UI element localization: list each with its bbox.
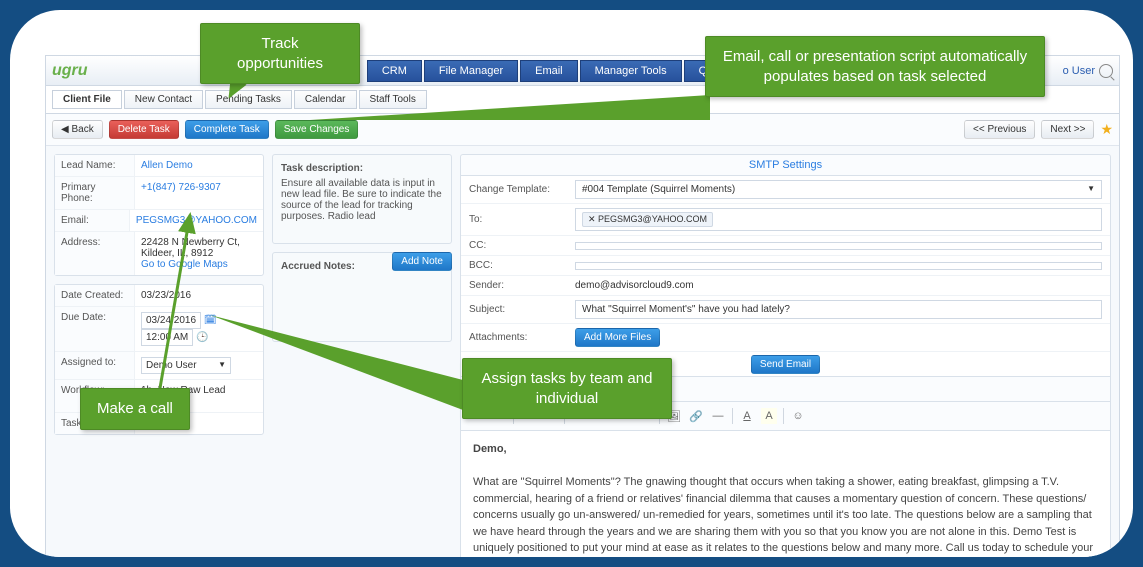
- callout-assign: Assign tasks by team and individual: [462, 358, 672, 419]
- next-button[interactable]: Next >>: [1041, 120, 1094, 139]
- complete-task-button[interactable]: Complete Task: [185, 120, 269, 139]
- text-color-icon[interactable]: A: [739, 408, 755, 424]
- email-greeting: Demo,: [473, 441, 1098, 458]
- lead-phone-label: Primary Phone:: [55, 177, 135, 209]
- lead-email-label: Email:: [55, 210, 130, 231]
- send-email-button[interactable]: Send Email: [751, 355, 820, 374]
- nav-manager-tools[interactable]: Manager Tools: [580, 60, 682, 82]
- nav-file-manager[interactable]: File Manager: [424, 60, 518, 82]
- bcc-input[interactable]: [575, 262, 1102, 270]
- bcc-label: BCC:: [469, 260, 569, 271]
- sender-value: demo@advisorcloud9.com: [575, 280, 1102, 291]
- due-date-label: Due Date:: [55, 307, 135, 351]
- back-button[interactable]: ◀ Back: [52, 120, 103, 139]
- cc-label: CC:: [469, 240, 569, 251]
- lead-phone[interactable]: +1(847) 726-9307: [135, 177, 263, 209]
- action-row: ◀ Back Delete Task Complete Task Save Ch…: [46, 114, 1119, 146]
- date-created: 03/23/2016: [135, 285, 263, 306]
- task-description-panel: Task description: Ensure all available d…: [272, 154, 452, 244]
- user-label[interactable]: o User: [1063, 65, 1095, 77]
- add-files-button[interactable]: Add More Files: [575, 328, 660, 347]
- email-paragraph: What are "Squirrel Moments"? The gnawing…: [473, 474, 1098, 557]
- attachments-label: Attachments:: [469, 332, 569, 343]
- assigned-label: Assigned to:: [55, 352, 135, 379]
- nav-email[interactable]: Email: [520, 60, 578, 82]
- chevron-down-icon: ▼: [218, 360, 226, 371]
- nav-crm[interactable]: CRM: [367, 60, 422, 82]
- lead-name-label: Lead Name:: [55, 155, 135, 176]
- star-icon[interactable]: ★: [1100, 121, 1113, 138]
- assigned-select[interactable]: Demo User▼: [141, 357, 231, 374]
- callout-track: Track opportunities: [200, 23, 360, 84]
- tab-staff-tools[interactable]: Staff Tools: [359, 90, 427, 109]
- search-icon[interactable]: [1099, 64, 1113, 78]
- email-compose: SMTP Settings Change Template: #004 Temp…: [460, 154, 1111, 557]
- user-area: o User: [1063, 64, 1113, 78]
- app-window: ugru CRM File Manager Email Manager Tool…: [45, 55, 1120, 557]
- sender-label: Sender:: [469, 280, 569, 291]
- lead-name[interactable]: Allen Demo: [135, 155, 263, 176]
- tab-pending-tasks[interactable]: Pending Tasks: [205, 90, 292, 109]
- link-icon[interactable]: 🔗: [688, 408, 704, 424]
- lead-panel: Lead Name:Allen Demo Primary Phone:+1(84…: [54, 154, 264, 276]
- task-description-body: Ensure all available data is input in ne…: [281, 178, 443, 222]
- lead-address: 22428 N Newberry Ct, Kildeer, IL, 8912 G…: [135, 232, 263, 275]
- callout-make-call: Make a call: [80, 388, 190, 430]
- google-maps-link[interactable]: Go to Google Maps: [141, 259, 257, 270]
- logo: ugru: [52, 62, 88, 80]
- hr-icon[interactable]: —: [710, 408, 726, 424]
- content: Lead Name:Allen Demo Primary Phone:+1(84…: [46, 146, 1119, 557]
- due-date-cell: 03/24/2016 🗓 12:00 AM 🕒: [135, 307, 263, 351]
- recipient-chip[interactable]: ✕ PEGSMG3@YAHOO.COM: [582, 212, 713, 227]
- subject-label: Subject:: [469, 304, 569, 315]
- template-select[interactable]: #004 Template (Squirrel Moments)▼: [575, 180, 1102, 199]
- add-note-button[interactable]: Add Note: [392, 252, 452, 271]
- email-body-editor[interactable]: Demo, What are "Squirrel Moments"? The g…: [460, 431, 1111, 557]
- subject-input[interactable]: What "Squirrel Moment's" have you had la…: [575, 300, 1102, 319]
- template-label: Change Template:: [469, 184, 569, 195]
- lead-address-label: Address:: [55, 232, 135, 275]
- smtp-title: SMTP Settings: [460, 154, 1111, 175]
- cc-input[interactable]: [575, 242, 1102, 250]
- delete-task-button[interactable]: Delete Task: [109, 120, 179, 139]
- chevron-down-icon: ▼: [1087, 184, 1095, 195]
- clock-icon[interactable]: 🕒: [196, 332, 208, 343]
- date-created-label: Date Created:: [55, 285, 135, 306]
- callout-email-script: Email, call or presentation script autom…: [705, 36, 1045, 97]
- bg-color-icon[interactable]: A: [761, 408, 777, 424]
- tab-calendar[interactable]: Calendar: [294, 90, 357, 109]
- tab-new-contact[interactable]: New Contact: [124, 90, 203, 109]
- tab-client-file[interactable]: Client File: [52, 90, 122, 109]
- previous-button[interactable]: << Previous: [964, 120, 1035, 139]
- notes-panel: Add Note Accrued Notes:: [272, 252, 452, 342]
- to-input[interactable]: ✕ PEGSMG3@YAHOO.COM: [575, 208, 1102, 231]
- due-time-input[interactable]: 12:00 AM: [141, 329, 193, 346]
- emoji-icon[interactable]: ☺: [790, 408, 806, 424]
- due-date-input[interactable]: 03/24/2016: [141, 312, 201, 329]
- task-description-title: Task description:: [281, 163, 443, 174]
- calendar-icon[interactable]: 🗓: [204, 315, 217, 326]
- save-changes-button[interactable]: Save Changes: [275, 120, 359, 139]
- lead-email[interactable]: PEGSMG3@YAHOO.COM: [130, 210, 263, 231]
- to-label: To:: [469, 214, 569, 225]
